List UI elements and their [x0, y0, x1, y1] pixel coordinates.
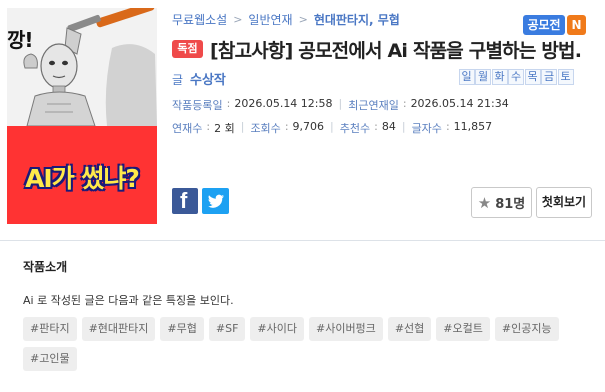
twitter-share-button[interactable]: [202, 188, 229, 214]
first-episode-button[interactable]: 첫회보기: [536, 187, 592, 218]
day-fri: 금: [541, 69, 557, 85]
tag-item[interactable]: #무협: [160, 317, 204, 341]
breadcrumb-separator: >: [233, 13, 243, 26]
tag-item[interactable]: #사이다: [250, 317, 304, 341]
breadcrumb-item-genre[interactable]: 현대판타지, 무협: [314, 11, 400, 28]
author-link[interactable]: 수상작: [190, 69, 226, 88]
latest-date-value: 2026.05.14 21:34: [410, 97, 509, 110]
tag-item[interactable]: #SF: [208, 317, 246, 341]
facebook-share-button[interactable]: f: [172, 188, 198, 214]
tag-item[interactable]: #인공지능: [494, 317, 559, 341]
tag-list: #판타지 #현대판타지 #무협 #SF #사이다 #사이버펑크 #선협 #오컬트…: [23, 317, 583, 377]
chars-value: 11,857: [453, 120, 493, 133]
views-value: 9,706: [292, 120, 325, 133]
breadcrumb-item-free-novel[interactable]: 무료웹소설: [172, 11, 227, 28]
stats-divider: |: [401, 120, 406, 133]
stats-divider: |: [240, 120, 245, 133]
chars-label: 글자수: [411, 122, 442, 135]
author-prefix-label: 글: [172, 73, 184, 87]
day-wed: 수: [508, 69, 524, 85]
new-badge: N: [567, 15, 586, 35]
intro-heading: 작품소개: [23, 260, 68, 274]
facebook-icon: f: [180, 188, 188, 213]
twitter-icon: [208, 194, 224, 208]
cover-title-text: AI가 썼냐?: [25, 164, 140, 193]
latest-date-label: 최근연재일: [348, 99, 399, 112]
stats-divider: |: [338, 97, 343, 110]
stats-divider: |: [330, 120, 334, 133]
exclusive-badge: 독점: [172, 40, 203, 58]
stats-dates: 작품등록일 : 2026.05.14 12:58 | 최근연재일 : 2026.…: [172, 97, 509, 112]
recommends-value: 84: [381, 120, 396, 133]
recommend-count: 81명: [495, 197, 526, 212]
cover-robot-area: 깡!: [7, 8, 157, 126]
views-label: 조회수: [250, 122, 281, 135]
day-mon: 월: [475, 69, 491, 85]
breadcrumb-separator: >: [298, 13, 308, 26]
recommend-button[interactable]: ★ 81명: [471, 187, 532, 218]
intro-text: Ai 로 작성된 글은 다음과 같은 특징을 보인다.: [23, 294, 234, 307]
tag-item[interactable]: #판타지: [23, 317, 77, 341]
day-sat: 토: [557, 69, 574, 85]
star-icon: ★: [477, 193, 492, 212]
episodes-label: 연재수: [172, 122, 203, 135]
recommends-label: 추천수: [339, 122, 371, 135]
tag-item[interactable]: #선협: [387, 317, 432, 341]
day-tue: 화: [491, 69, 508, 85]
contest-badge[interactable]: 공모전: [523, 15, 565, 35]
episodes-value: 2 회: [214, 122, 235, 135]
day-thu: 목: [524, 69, 541, 85]
cover-shout-text: 깡!: [7, 28, 34, 52]
tag-item[interactable]: #고인물: [23, 347, 77, 371]
section-divider: [0, 240, 605, 241]
registered-date-label: 작품등록일: [172, 99, 223, 112]
tag-item[interactable]: #오컬트: [436, 317, 490, 341]
day-sun: 일: [458, 69, 475, 85]
breadcrumb: 무료웹소설 > 일반연재 > 현대판타지, 무협: [172, 11, 400, 28]
cover-image[interactable]: 깡! AI가 썼냐?: [7, 8, 157, 224]
serialization-days: 일 월 화 수 목 금 토: [458, 69, 574, 85]
tag-item[interactable]: #현대판타지: [81, 317, 156, 341]
stats-counts: 연재수 : 2 회 | 조회수 : 9,706 | 추천수 : 84 | 글자수…: [172, 120, 493, 135]
registered-date-value: 2026.05.14 12:58: [234, 97, 333, 110]
breadcrumb-item-general[interactable]: 일반연재: [248, 11, 292, 28]
tag-item[interactable]: #사이버펑크: [308, 317, 383, 341]
work-title: [참고사항] 공모전에서 Ai 작품을 구별하는 방법.: [210, 40, 582, 62]
